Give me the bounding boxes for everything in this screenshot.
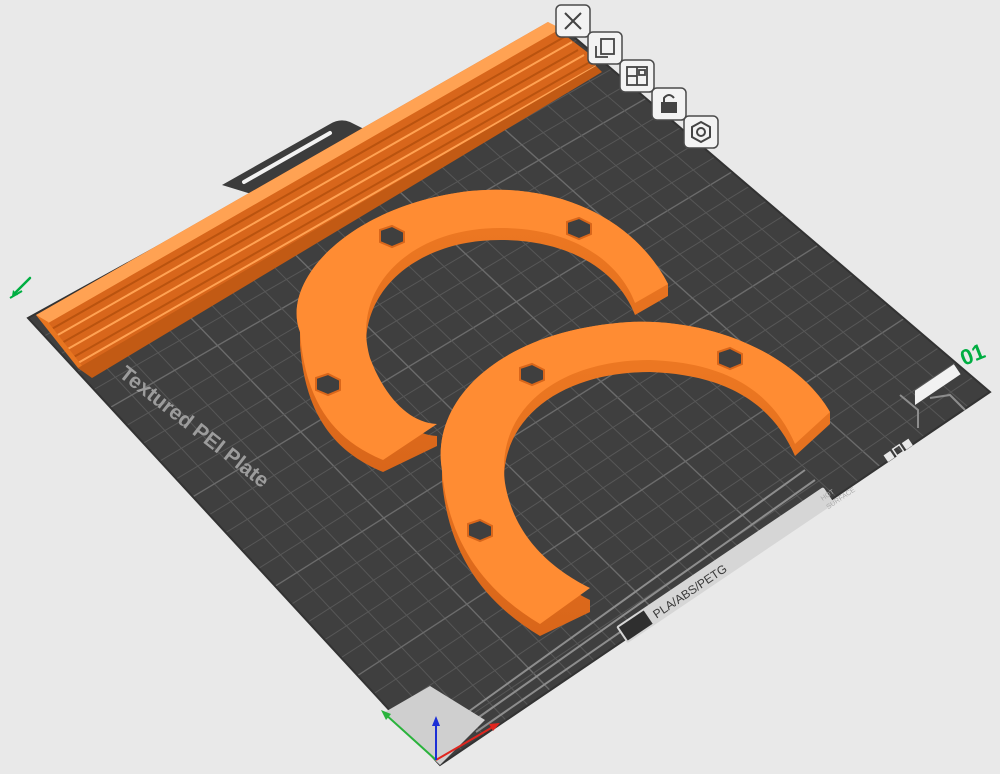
arrange-plate-button[interactable] bbox=[619, 59, 655, 93]
pencil-icon bbox=[9, 276, 32, 299]
3d-viewport[interactable]: Textured PEI Plate PLA/ABS/PETG HOT SURF… bbox=[0, 0, 1000, 769]
auto-orient-plate-button[interactable] bbox=[587, 31, 623, 65]
plate-number: 01 bbox=[957, 338, 989, 370]
edit-plate-name-button[interactable] bbox=[9, 276, 32, 299]
plate-settings-button[interactable] bbox=[683, 115, 719, 149]
delete-plate-button[interactable] bbox=[555, 4, 591, 38]
lock-plate-button[interactable] bbox=[651, 87, 687, 121]
build-plate-scene[interactable]: Textured PEI Plate PLA/ABS/PETG HOT SURF… bbox=[0, 0, 1000, 769]
